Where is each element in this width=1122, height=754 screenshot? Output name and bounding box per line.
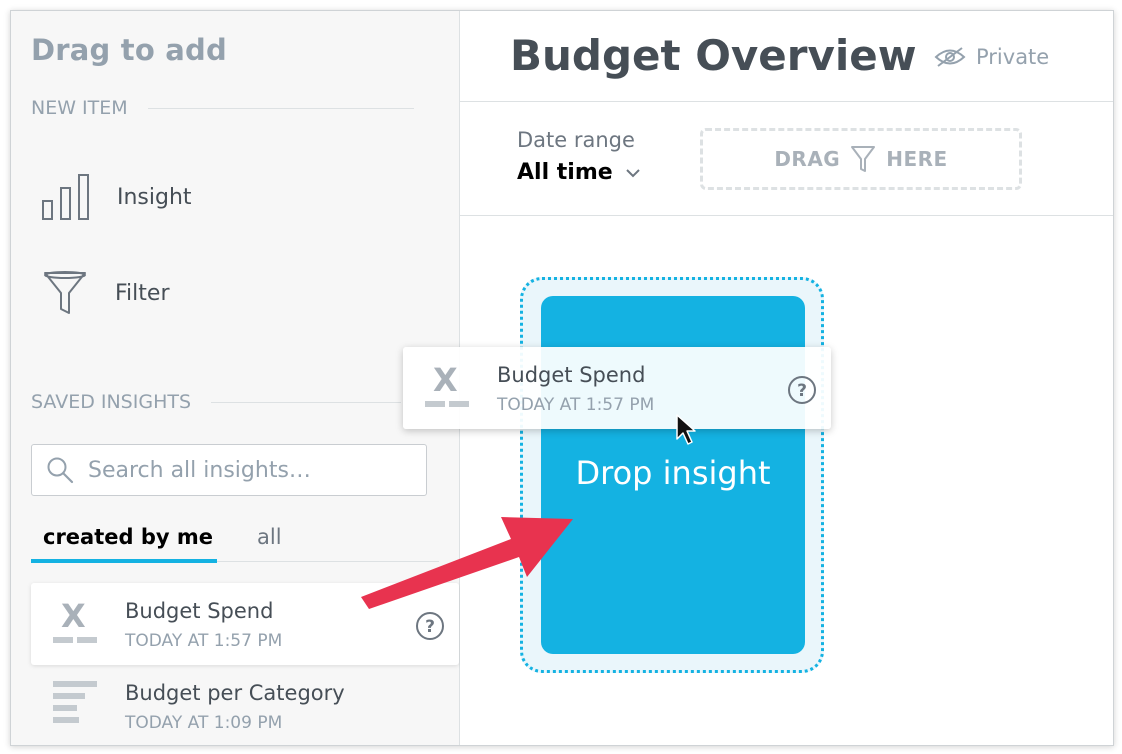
dashboard-title[interactable]: Budget Overview [510, 31, 917, 80]
insight-date: TODAY AT 1:57 PM [497, 395, 655, 415]
tab-created-by-me[interactable]: created by me [43, 525, 213, 549]
headline-x-icon: X [53, 597, 97, 643]
svg-text:X: X [433, 361, 458, 399]
horizontal-bar-icon [53, 681, 97, 723]
panel-title: Drag to add [31, 33, 227, 67]
insight-name: Budget Spend [497, 363, 646, 387]
new-insight-item[interactable]: Insight [41, 173, 192, 221]
new-insight-label: Insight [117, 184, 192, 210]
arrow-annotation [361, 517, 573, 609]
date-filter-label: Date range [517, 128, 635, 152]
search-input[interactable] [86, 456, 410, 484]
svg-text:?: ? [425, 617, 435, 637]
funnel-icon [851, 146, 876, 172]
new-item-heading-label: NEW ITEM [31, 97, 128, 119]
insight-list-item[interactable]: Budget per Category TODAY AT 1:09 PM [31, 665, 459, 745]
date-filter-dropdown[interactable]: All time [517, 160, 641, 185]
insight-date: TODAY AT 1:09 PM [125, 713, 283, 733]
filter-drop-text-after: HERE [886, 147, 948, 171]
help-icon[interactable]: ? [415, 611, 445, 641]
dashboard-header: Budget Overview Private [460, 11, 1113, 102]
svg-text:?: ? [797, 381, 807, 401]
filter-drop-text-before: DRAG [774, 147, 841, 171]
new-filter-item[interactable]: Filter [41, 269, 169, 317]
eye-slash-icon [934, 47, 966, 67]
saved-insights-heading-label: SAVED INSIGHTS [31, 391, 192, 413]
filter-drop-target[interactable]: DRAG HERE [700, 128, 1022, 190]
add-panel: Drag to add NEW ITEM Insight Filter SAVE… [11, 11, 460, 745]
help-icon[interactable]: ? [787, 375, 817, 405]
tab-all[interactable]: all [257, 525, 282, 549]
svg-text:X: X [61, 597, 86, 635]
divider [211, 401, 402, 403]
insight-date: TODAY AT 1:57 PM [125, 631, 283, 651]
search-box[interactable] [31, 444, 427, 496]
funnel-icon [44, 271, 86, 314]
insight-drop-target[interactable]: Drop insight [520, 277, 824, 673]
search-icon [47, 457, 74, 484]
new-item-heading: NEW ITEM [31, 97, 414, 119]
dragged-insight-card[interactable]: X Budget Spend TODAY AT 1:57 PM ? [403, 347, 831, 429]
new-filter-label: Filter [115, 280, 170, 306]
visibility-indicator[interactable]: Private [934, 45, 1049, 69]
headline-x-icon: X [425, 361, 469, 407]
divider [147, 107, 414, 109]
mouse-pointer-icon [676, 414, 696, 445]
bar-chart-icon [42, 174, 89, 220]
app-window: Drag to add NEW ITEM Insight Filter SAVE… [10, 10, 1114, 746]
chevron-down-icon [625, 168, 640, 177]
insight-name: Budget Spend [125, 599, 274, 623]
filter-bar: Date range All time DRAG HERE [460, 102, 1113, 216]
drop-zone-label: Drop insight [575, 454, 771, 492]
visibility-label: Private [976, 45, 1050, 69]
date-filter-value: All time [517, 160, 613, 185]
insight-name: Budget per Category [125, 681, 345, 705]
saved-insights-heading: SAVED INSIGHTS [31, 391, 402, 413]
active-tab-indicator [31, 559, 217, 563]
